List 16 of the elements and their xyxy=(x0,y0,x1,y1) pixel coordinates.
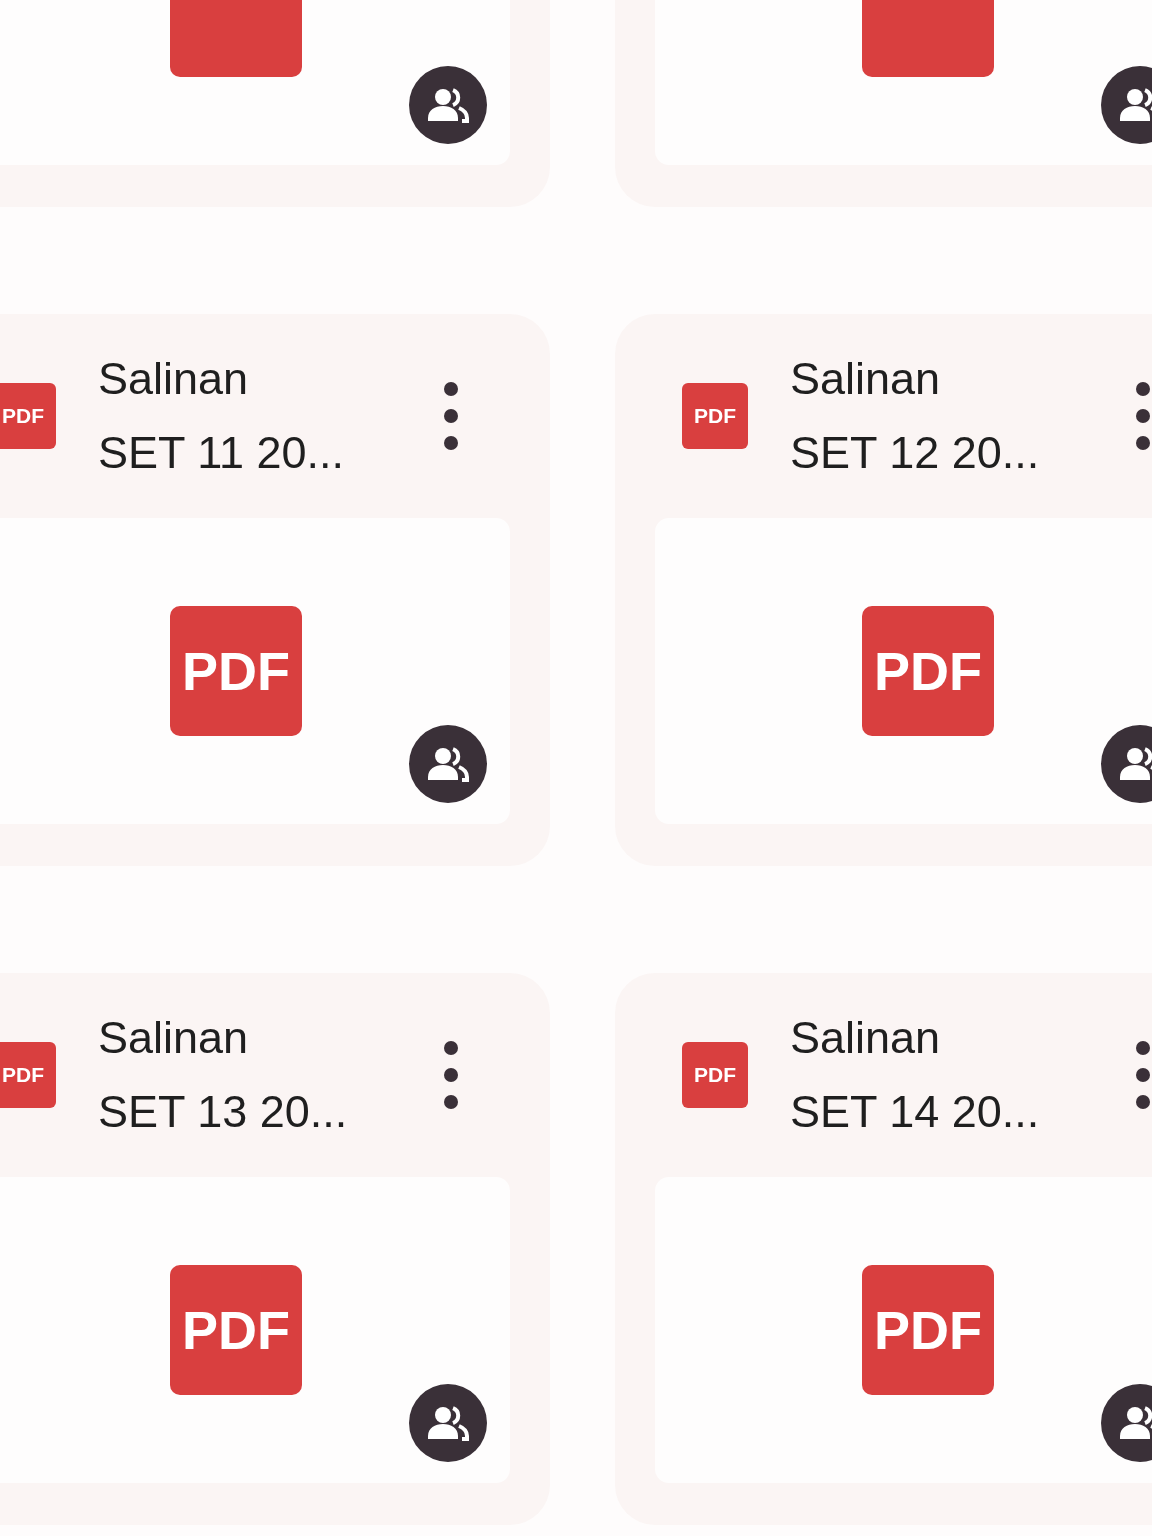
pdf-thumbnail-icon: PDF xyxy=(170,1265,302,1395)
file-name: Salinan SET 12 20... xyxy=(790,352,1041,480)
file-card[interactable]: PDF Salinan SET 12 20... PDF xyxy=(615,314,1152,866)
pdf-file-icon: PDF xyxy=(682,383,748,449)
file-name: Salinan SET 13 20... xyxy=(98,1011,349,1139)
file-card[interactable]: PDF Salinan SET 14 20... PDF xyxy=(615,973,1152,1525)
file-name: Salinan SET 14 20... xyxy=(790,1011,1041,1139)
file-name: Salinan SET 11 20... xyxy=(98,352,345,480)
pdf-thumbnail-icon: PDF xyxy=(862,1265,994,1395)
pdf-file-icon: PDF xyxy=(0,1042,56,1108)
file-card[interactable]: PDF Salinan SET 13 20... PDF xyxy=(0,973,550,1525)
pdf-thumbnail-icon: PDF xyxy=(170,606,302,736)
file-card[interactable]: PDF Salinan SET 11 20... PDF xyxy=(0,314,550,866)
pdf-file-icon: PDF xyxy=(682,1042,748,1108)
pdf-thumbnail-icon: PDF xyxy=(862,606,994,736)
pdf-file-icon: PDF xyxy=(0,383,56,449)
